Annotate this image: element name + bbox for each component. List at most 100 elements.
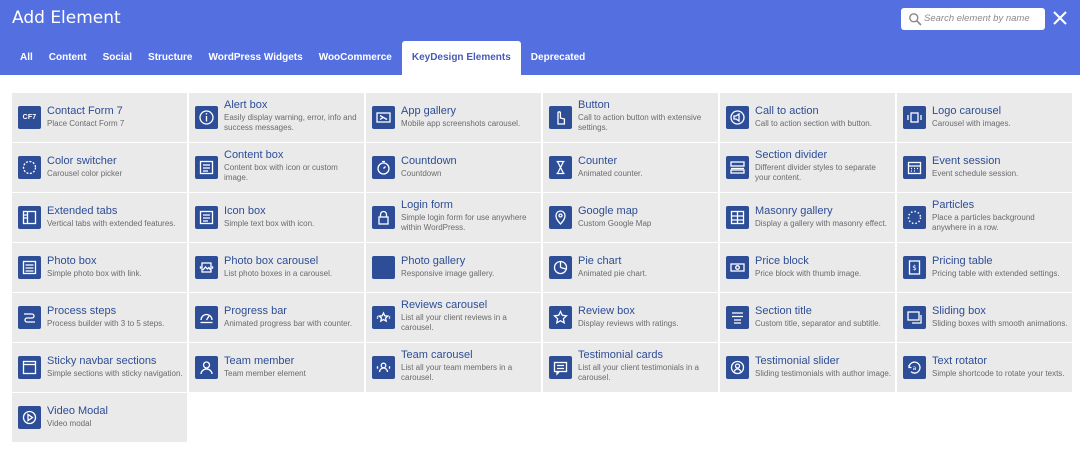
element-contact-form-7[interactable]: CF7 Contact Form 7 Place Contact Form 7 — [12, 93, 187, 142]
testimonial-slider-icon — [726, 356, 749, 379]
element-review-box[interactable]: Review box Display reviews with ratings. — [543, 293, 718, 342]
element-pie-chart[interactable]: Pie chart Animated pie chart. — [543, 243, 718, 292]
element-name: Sliding box — [932, 305, 986, 317]
element-content-box[interactable]: Content box Content box with icon or cust… — [189, 143, 364, 192]
element-button[interactable]: Button Call to action button with extensi… — [543, 93, 718, 142]
element-testimonial-slider[interactable]: Testimonial slider Sliding testimonials w… — [720, 343, 895, 392]
element-description: Animated counter. — [578, 169, 643, 178]
element-description: Call to action button with extensive set… — [578, 113, 702, 132]
element-name: Testimonial cards — [578, 349, 663, 361]
element-photo-box-carousel[interactable]: Photo box carousel List photo boxes in a … — [189, 243, 364, 292]
element-price-block[interactable]: Price block Price block with thumb image. — [720, 243, 895, 292]
element-pricing-table[interactable]: $ Pricing table Pricing table with extende… — [897, 243, 1072, 292]
content-box-icon — [195, 156, 218, 179]
element-description: Simple text box with icon. — [224, 219, 315, 228]
megaphone-icon — [726, 106, 749, 129]
element-name: Section divider — [755, 149, 828, 161]
element-name: Sticky navbar sections — [47, 355, 157, 367]
element-event-session[interactable]: Event session Event schedule session. — [897, 143, 1072, 192]
close-icon[interactable] — [1052, 10, 1068, 26]
element-color-switcher[interactable]: Color switcher Carousel color picker — [12, 143, 187, 192]
tab-content[interactable]: Content — [41, 41, 95, 75]
tab-wordpress-widgets[interactable]: WordPress Widgets — [200, 41, 310, 75]
element-description: Simple photo box with link. — [47, 269, 142, 278]
element-sticky-navbar-sections[interactable]: Sticky navbar sections Simple sections wi… — [12, 343, 187, 392]
search-input[interactable]: Search element by name — [901, 8, 1045, 30]
app-gallery-icon — [372, 106, 395, 129]
element-sliding-box[interactable]: Sliding box Sliding boxes with smooth ani… — [897, 293, 1072, 342]
element-team-member[interactable]: Team member Team member element — [189, 343, 364, 392]
element-description: Content box with icon or custom image. — [224, 163, 338, 182]
element-description: List photo boxes in a carousel. — [224, 269, 333, 278]
element-testimonial-cards[interactable]: Testimonial cards List all your client te… — [543, 343, 718, 392]
element-name: Icon box — [224, 205, 266, 217]
element-photo-box[interactable]: Photo box Simple photo box with link. — [12, 243, 187, 292]
element-section-divider[interactable]: Section divider Different divider styles … — [720, 143, 895, 192]
element-description: Animated pie chart. — [578, 269, 647, 278]
tab-structure[interactable]: Structure — [140, 41, 200, 75]
tab-social[interactable]: Social — [95, 41, 140, 75]
element-google-map[interactable]: Google map Custom Google Map — [543, 193, 718, 242]
particles-icon — [903, 206, 926, 229]
svg-text:a: a — [913, 365, 917, 372]
element-masonry-gallery[interactable]: Masonry gallery Display a gallery with ma… — [720, 193, 895, 242]
element-name: Particles — [932, 199, 975, 211]
element-description: Place Contact Form 7 — [47, 119, 125, 128]
element-name: Video Modal — [47, 405, 108, 417]
element-video-modal[interactable]: Video Modal Video modal — [12, 393, 187, 442]
element-name: Logo carousel — [932, 105, 1002, 117]
element-countdown[interactable]: Countdown Countdown — [366, 143, 541, 192]
star-icon — [549, 306, 572, 329]
element-text-rotator[interactable]: a Text rotator Simple shortcode to rotate … — [897, 343, 1072, 392]
sticky-navbar-icon — [18, 356, 41, 379]
element-description: Simple sections with sticky navigation. — [47, 369, 183, 378]
element-photo-gallery[interactable]: Photo gallery Responsive image gallery. — [366, 243, 541, 292]
photo-box-icon — [18, 256, 41, 279]
element-description: Display reviews with ratings. — [578, 319, 679, 328]
element-reviews-carousel[interactable]: Reviews carousel List all your client rev… — [366, 293, 541, 342]
element-name: Alert box — [224, 99, 268, 111]
element-team-carousel[interactable]: Team carousel List all your team members … — [366, 343, 541, 392]
banknote-icon — [726, 256, 749, 279]
element-description: List all your client testimonials in a c… — [578, 363, 699, 382]
element-call-to-action[interactable]: Call to action Call to action section wit… — [720, 93, 895, 142]
photo-carousel-icon — [195, 256, 218, 279]
element-description: Video modal — [47, 419, 92, 428]
element-name: Price block — [755, 255, 809, 267]
tab-woocommerce[interactable]: WooCommerce — [311, 41, 400, 75]
element-section-title[interactable]: Section title Custom title, separator and… — [720, 293, 895, 342]
carousel-icon — [903, 106, 926, 129]
element-alert-box[interactable]: Alert box Easily display warning, error, … — [189, 93, 364, 142]
element-app-gallery[interactable]: App gallery Mobile app screenshots carous… — [366, 93, 541, 142]
tab-all[interactable]: All — [12, 41, 41, 75]
element-description: Countdown — [401, 169, 442, 178]
element-description: Carousel with images. — [932, 119, 1011, 128]
element-particles[interactable]: Particles Place a particles background an… — [897, 193, 1072, 242]
tab-deprecated[interactable]: Deprecated — [523, 41, 593, 75]
element-icon-box[interactable]: Icon box Simple text box with icon. — [189, 193, 364, 242]
element-description: Team member element — [224, 369, 306, 378]
play-icon — [18, 406, 41, 429]
element-description: Event schedule session. — [932, 169, 1019, 178]
testimonial-cards-icon — [549, 356, 572, 379]
stopwatch-icon — [372, 156, 395, 179]
element-login-form[interactable]: Login form Simple login form for use anyw… — [366, 193, 541, 242]
element-process-steps[interactable]: Process steps Process builder with 3 to 5… — [12, 293, 187, 342]
element-name: App gallery — [401, 105, 457, 117]
element-name: Team member — [224, 355, 295, 367]
dialog-title: Add Element — [12, 8, 121, 28]
element-extended-tabs[interactable]: Extended tabs Vertical tabs with extended… — [12, 193, 187, 242]
tab-keydesign-elements[interactable]: KeyDesign Elements — [401, 41, 521, 75]
star-carousel-icon — [372, 306, 395, 329]
element-logo-carousel[interactable]: Logo carousel Carousel with images. — [897, 93, 1072, 142]
element-name: Text rotator — [932, 355, 988, 367]
masonry-icon — [726, 206, 749, 229]
element-progress-bar[interactable]: Progress bar Animated progress bar with c… — [189, 293, 364, 342]
element-name: Photo box carousel — [224, 255, 319, 267]
element-name: Call to action — [755, 105, 819, 117]
element-counter[interactable]: Counter Animated counter. — [543, 143, 718, 192]
element-description: Sliding boxes with smooth animations. — [932, 319, 1068, 328]
element-description: List all your team members in a carousel… — [401, 363, 513, 382]
element-name: Contact Form 7 — [47, 105, 123, 117]
element-name: Section title — [755, 305, 812, 317]
